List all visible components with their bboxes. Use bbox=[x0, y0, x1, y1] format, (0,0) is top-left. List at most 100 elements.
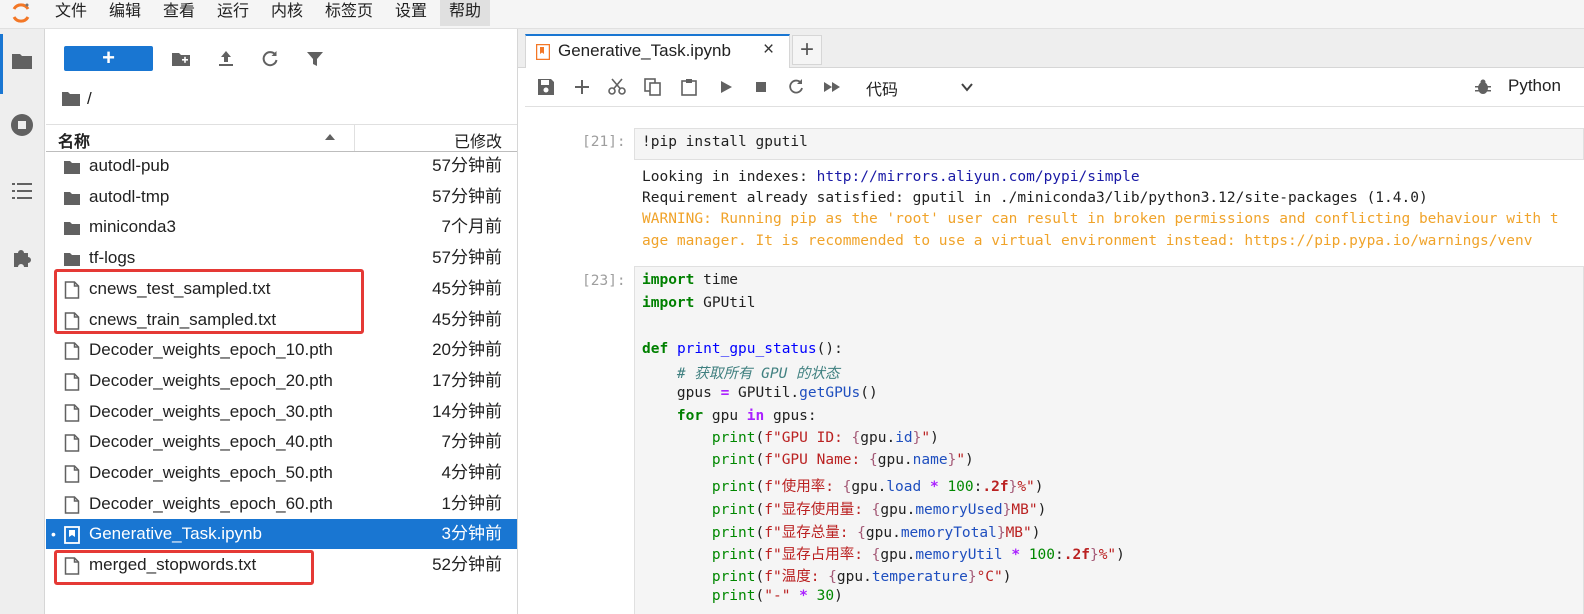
tab-title: Generative_Task.ipynb bbox=[558, 41, 731, 60]
add-cell-icon[interactable] bbox=[573, 78, 591, 96]
file-modified: 57分钟前 bbox=[432, 156, 502, 175]
folder-icon bbox=[64, 191, 80, 205]
file-row[interactable]: Decoder_weights_epoch_50.pth 4分钟前 bbox=[46, 458, 517, 488]
chevron-down-icon[interactable] bbox=[960, 80, 974, 94]
file-icon bbox=[64, 434, 80, 453]
menu-view[interactable]: 查看 bbox=[154, 0, 204, 26]
file-modified: 7个月前 bbox=[441, 217, 502, 237]
highlight-box bbox=[54, 550, 314, 585]
column-modified-header[interactable]: 已修改 bbox=[454, 128, 502, 152]
output-warning-line: age manager. It is recommended to use a … bbox=[642, 233, 1533, 249]
code-line: print(f"显存占用率: {gpu.memoryUtil * 100:.2f… bbox=[711, 547, 1125, 563]
new-folder-icon[interactable] bbox=[171, 49, 191, 69]
cell-type-select[interactable]: 代码 bbox=[866, 76, 898, 100]
folder-icon bbox=[64, 222, 80, 236]
debugger-bug-icon[interactable] bbox=[1474, 78, 1492, 96]
output-text: Looking in indexes: bbox=[642, 169, 817, 185]
file-modified: 57分钟前 bbox=[432, 248, 502, 268]
code-line: print(f"显存使用量: {gpu.memoryUsed}MB") bbox=[711, 502, 1047, 518]
save-icon[interactable] bbox=[537, 78, 555, 96]
refresh-icon[interactable] bbox=[260, 49, 280, 69]
kernel-name[interactable]: Python bbox=[1508, 76, 1561, 96]
code-line: import time bbox=[642, 272, 739, 288]
fast-forward-icon[interactable] bbox=[823, 78, 841, 96]
running-icon[interactable] bbox=[10, 113, 34, 137]
menu-tabs[interactable]: 标签页 bbox=[316, 0, 382, 26]
folder-icon[interactable] bbox=[10, 49, 34, 73]
output-line: Looking in indexes: http://mirrors.aliyu… bbox=[642, 169, 1140, 185]
column-divider[interactable] bbox=[354, 125, 355, 151]
file-modified: 14分钟前 bbox=[432, 401, 502, 421]
upload-icon[interactable] bbox=[216, 49, 236, 69]
filter-icon[interactable] bbox=[305, 49, 325, 69]
tab-close-icon[interactable]: × bbox=[763, 39, 774, 61]
stop-icon[interactable] bbox=[752, 78, 770, 96]
file-icon bbox=[64, 373, 80, 391]
file-row[interactable]: • Generative_Task.ipynb 3分钟前 bbox=[46, 519, 517, 550]
file-icon bbox=[64, 342, 80, 360]
file-row[interactable]: Decoder_weights_epoch_40.pth 7分钟前 bbox=[46, 427, 517, 457]
new-launcher-button[interactable]: + bbox=[64, 46, 153, 71]
file-icon bbox=[64, 495, 80, 514]
extension-icon[interactable] bbox=[10, 245, 34, 269]
file-modified: 3分钟前 bbox=[441, 524, 502, 544]
output-warning-line: WARNING: Running pip as the 'root' user … bbox=[642, 211, 1559, 227]
file-modified: 52分钟前 bbox=[432, 555, 502, 575]
sort-ascending-icon[interactable] bbox=[324, 131, 336, 143]
file-name: Decoder_weights_epoch_50.pth bbox=[89, 463, 333, 482]
leftbar-active-indicator bbox=[0, 34, 3, 94]
left-activity-bar bbox=[0, 29, 45, 614]
code-line: gpus = GPUtil.getGPUs() bbox=[642, 385, 878, 401]
file-list-header: 名称 已修改 bbox=[46, 124, 517, 152]
code-line: print("-" * 30) bbox=[711, 588, 843, 604]
file-modified: 17分钟前 bbox=[432, 370, 502, 390]
menu-settings[interactable]: 设置 bbox=[386, 0, 436, 26]
run-icon[interactable] bbox=[717, 78, 735, 96]
file-row[interactable]: Decoder_weights_epoch_10.pth 20分钟前 bbox=[46, 335, 517, 365]
code-line: print(f"使用率: {gpu.load * 100:.2f}%") bbox=[711, 479, 1044, 495]
menu-file[interactable]: 文件 bbox=[46, 0, 96, 26]
breadcrumb-folder-icon bbox=[62, 92, 80, 106]
notebook-icon bbox=[536, 44, 550, 60]
notebook-tab[interactable]: Generative_Task.ipynb × bbox=[525, 34, 790, 68]
file-row[interactable]: autodl-tmp 57分钟前 bbox=[46, 182, 517, 212]
file-name: Generative_Task.ipynb bbox=[89, 524, 262, 544]
code-line: import GPUtil bbox=[642, 295, 756, 311]
code-line: !pip install gputil bbox=[642, 134, 808, 150]
code-line: def print_gpu_status(): bbox=[642, 341, 843, 357]
file-modified: 20分钟前 bbox=[432, 340, 502, 360]
restart-icon[interactable] bbox=[787, 78, 805, 96]
menu-run[interactable]: 运行 bbox=[208, 0, 258, 26]
notebook-icon bbox=[64, 526, 80, 545]
code-line: print(f"温度: {gpu.temperature}°C") bbox=[711, 569, 1012, 585]
file-name: autodl-tmp bbox=[89, 186, 170, 206]
jupyter-logo-icon bbox=[12, 3, 30, 23]
menu-kernel[interactable]: 内核 bbox=[262, 0, 312, 26]
column-name-header[interactable]: 名称 bbox=[58, 128, 90, 152]
copy-icon[interactable] bbox=[644, 78, 662, 96]
file-name: Decoder_weights_epoch_60.pth bbox=[89, 493, 333, 513]
code-line: print(f"GPU ID: {gpu.id}") bbox=[711, 430, 939, 446]
cut-icon[interactable] bbox=[608, 78, 626, 96]
file-row[interactable]: Decoder_weights_epoch_30.pth 14分钟前 bbox=[46, 397, 517, 427]
file-row[interactable]: Decoder_weights_epoch_60.pth 1分钟前 bbox=[46, 489, 517, 519]
running-dot-icon: • bbox=[51, 526, 56, 543]
file-row[interactable]: miniconda3 7个月前 bbox=[46, 212, 517, 242]
new-tab-button[interactable]: + bbox=[792, 35, 822, 65]
file-name: Decoder_weights_epoch_20.pth bbox=[89, 370, 333, 390]
paste-icon[interactable] bbox=[680, 78, 698, 96]
file-row[interactable]: Decoder_weights_epoch_20.pth 17分钟前 bbox=[46, 366, 517, 396]
code-comment: # 获取所有 GPU 的状态 bbox=[642, 366, 840, 382]
file-icon bbox=[64, 403, 80, 422]
file-name: Decoder_weights_epoch_30.pth bbox=[89, 401, 333, 421]
file-modified: 1分钟前 bbox=[441, 493, 502, 513]
output-link[interactable]: http://mirrors.aliyun.com/pypi/simple bbox=[817, 169, 1140, 185]
file-modified: 57分钟前 bbox=[432, 186, 502, 206]
toc-icon[interactable] bbox=[10, 179, 34, 203]
cell-prompt: [23]: bbox=[582, 273, 626, 289]
menu-help[interactable]: 帮助 bbox=[440, 0, 491, 26]
breadcrumb-path: / bbox=[87, 89, 92, 108]
file-row[interactable]: autodl-pub 57分钟前 bbox=[46, 151, 517, 181]
file-name: autodl-pub bbox=[89, 156, 170, 175]
menu-edit[interactable]: 编辑 bbox=[100, 0, 150, 26]
